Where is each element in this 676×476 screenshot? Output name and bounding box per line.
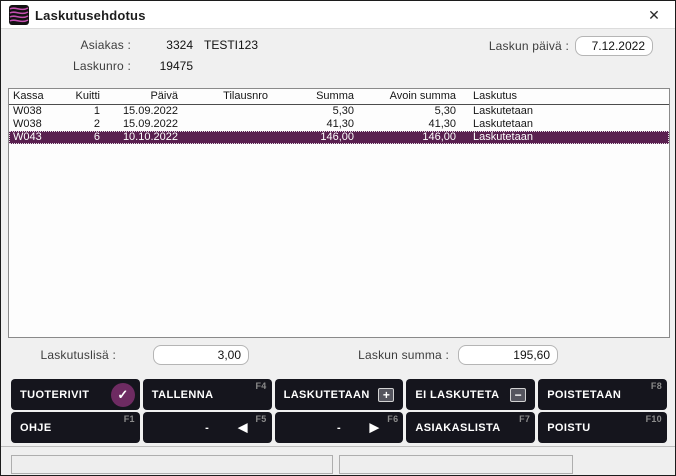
cell-paiva: 15.09.2022 [100,118,178,131]
cell-summa: 5,30 [268,105,354,118]
button-label: - [275,422,404,434]
close-icon[interactable]: ✕ [643,5,665,25]
asiakas-number: 3324 [136,38,193,52]
button-label: EI LASKUTETA [415,389,499,401]
fkey-label: F7 [519,414,530,424]
minus-icon: − [510,388,526,402]
poistetaan-button[interactable]: POISTETAAN F8 [538,379,667,410]
titlebar: Laskutusehdotus ✕ [1,1,675,29]
laskunro-label: Laskunro : [1,59,131,73]
column-header-kuitti: Kuitti [59,89,100,104]
table-header-row: Kassa Kuitti Päivä Tilausnro Summa Avoin… [9,89,669,105]
cell-laskutus: Laskutetaan [456,105,669,118]
asiakas-name: TESTI123 [204,38,258,52]
previous-button[interactable]: - ◀ F5 [143,412,272,443]
window-title: Laskutusehdotus [35,8,146,23]
next-button[interactable]: - ▶ F6 [275,412,404,443]
button-label: TUOTERIVIT [20,389,89,401]
cell-avoin-summa: 5,30 [354,105,456,118]
cell-kuitti: 1 [59,105,100,118]
button-label: LASKUTETAAN [284,389,370,401]
cell-paiva: 15.09.2022 [100,105,178,118]
button-label: TALLENNA [152,389,214,401]
arrow-right-icon: ▶ [369,420,379,435]
button-label: POISTETAAN [547,389,621,401]
laskutetaan-button[interactable]: LASKUTETAAN + [275,379,404,410]
table-row[interactable]: W038 1 15.09.2022 5,30 5,30 Laskutetaan [9,105,669,118]
ei-laskuteta-button[interactable]: EI LASKUTETA − [406,379,535,410]
fkey-label: F4 [255,381,266,391]
cell-avoin-summa: 146,00 [354,131,456,144]
laskutuslisa-input[interactable] [153,345,249,365]
asiakas-label: Asiakas : [1,38,131,52]
laskun-paiva-input[interactable] [575,36,653,56]
poistu-button[interactable]: POISTU F10 [538,412,667,443]
fkey-label: F8 [651,381,662,391]
cell-laskutus: Laskutetaan [456,118,669,131]
cell-kuitti: 6 [59,131,100,144]
cell-paiva: 10.10.2022 [100,131,178,144]
cell-kassa: W038 [9,105,59,118]
laskun-paiva-label: Laskun päivä : [441,39,569,53]
table-row-selected[interactable]: W043 6 10.10.2022 146,00 146,00 Laskutet… [9,131,669,144]
laskun-summa-label: Laskun summa : [331,348,449,362]
cell-tilausnro [178,118,268,131]
status-panel [11,455,333,474]
column-header-tilausnro: Tilausnro [178,89,268,104]
cell-summa: 146,00 [268,131,354,144]
cell-tilausnro [178,105,268,118]
tallenna-button[interactable]: TALLENNA F4 [143,379,272,410]
ohje-button[interactable]: OHJE F1 [11,412,140,443]
cell-kassa: W038 [9,118,59,131]
column-header-kassa: Kassa [9,89,59,104]
asiakaslista-button[interactable]: ASIAKASLISTA F7 [406,412,535,443]
arrow-left-icon: ◀ [238,420,248,435]
app-logo-icon [9,5,29,25]
button-label: OHJE [20,422,52,434]
cell-kassa: W043 [9,131,59,144]
status-panel [339,455,573,474]
button-label: ASIAKASLISTA [415,422,500,434]
laskunro-value: 19475 [136,59,193,73]
button-label: - [143,422,272,434]
button-label: POISTU [547,422,590,434]
column-header-summa: Summa [268,89,354,104]
table-row[interactable]: W038 2 15.09.2022 41,30 41,30 Laskutetaa… [9,118,669,131]
cell-laskutus: Laskutetaan [456,131,669,144]
column-header-laskutus: Laskutus [456,89,669,104]
check-circle-icon: ✓ [111,383,135,407]
cell-tilausnro [178,131,268,144]
fkey-label: F6 [387,414,398,424]
cell-summa: 41,30 [268,118,354,131]
button-bar: TUOTERIVIT ✓ TALLENNA F4 LASKUTETAAN + E… [11,379,667,443]
column-header-paiva: Päivä [100,89,178,104]
plus-icon: + [378,388,394,402]
cell-avoin-summa: 41,30 [354,118,456,131]
column-header-avoin-summa: Avoin summa [354,89,456,104]
fkey-label: F5 [255,414,266,424]
fkey-label: F10 [646,414,662,424]
cell-kuitti: 2 [59,118,100,131]
laskutusehdotus-window: Laskutusehdotus ✕ Asiakas : 3324 TESTI12… [0,0,676,476]
tuoterivit-button[interactable]: TUOTERIVIT ✓ [11,379,140,410]
laskun-summa-input[interactable] [458,345,558,365]
fkey-label: F1 [124,414,135,424]
status-bar [1,446,675,476]
laskutuslisa-label: Laskutuslisä : [1,348,116,362]
invoice-lines-table: Kassa Kuitti Päivä Tilausnro Summa Avoin… [8,88,670,338]
